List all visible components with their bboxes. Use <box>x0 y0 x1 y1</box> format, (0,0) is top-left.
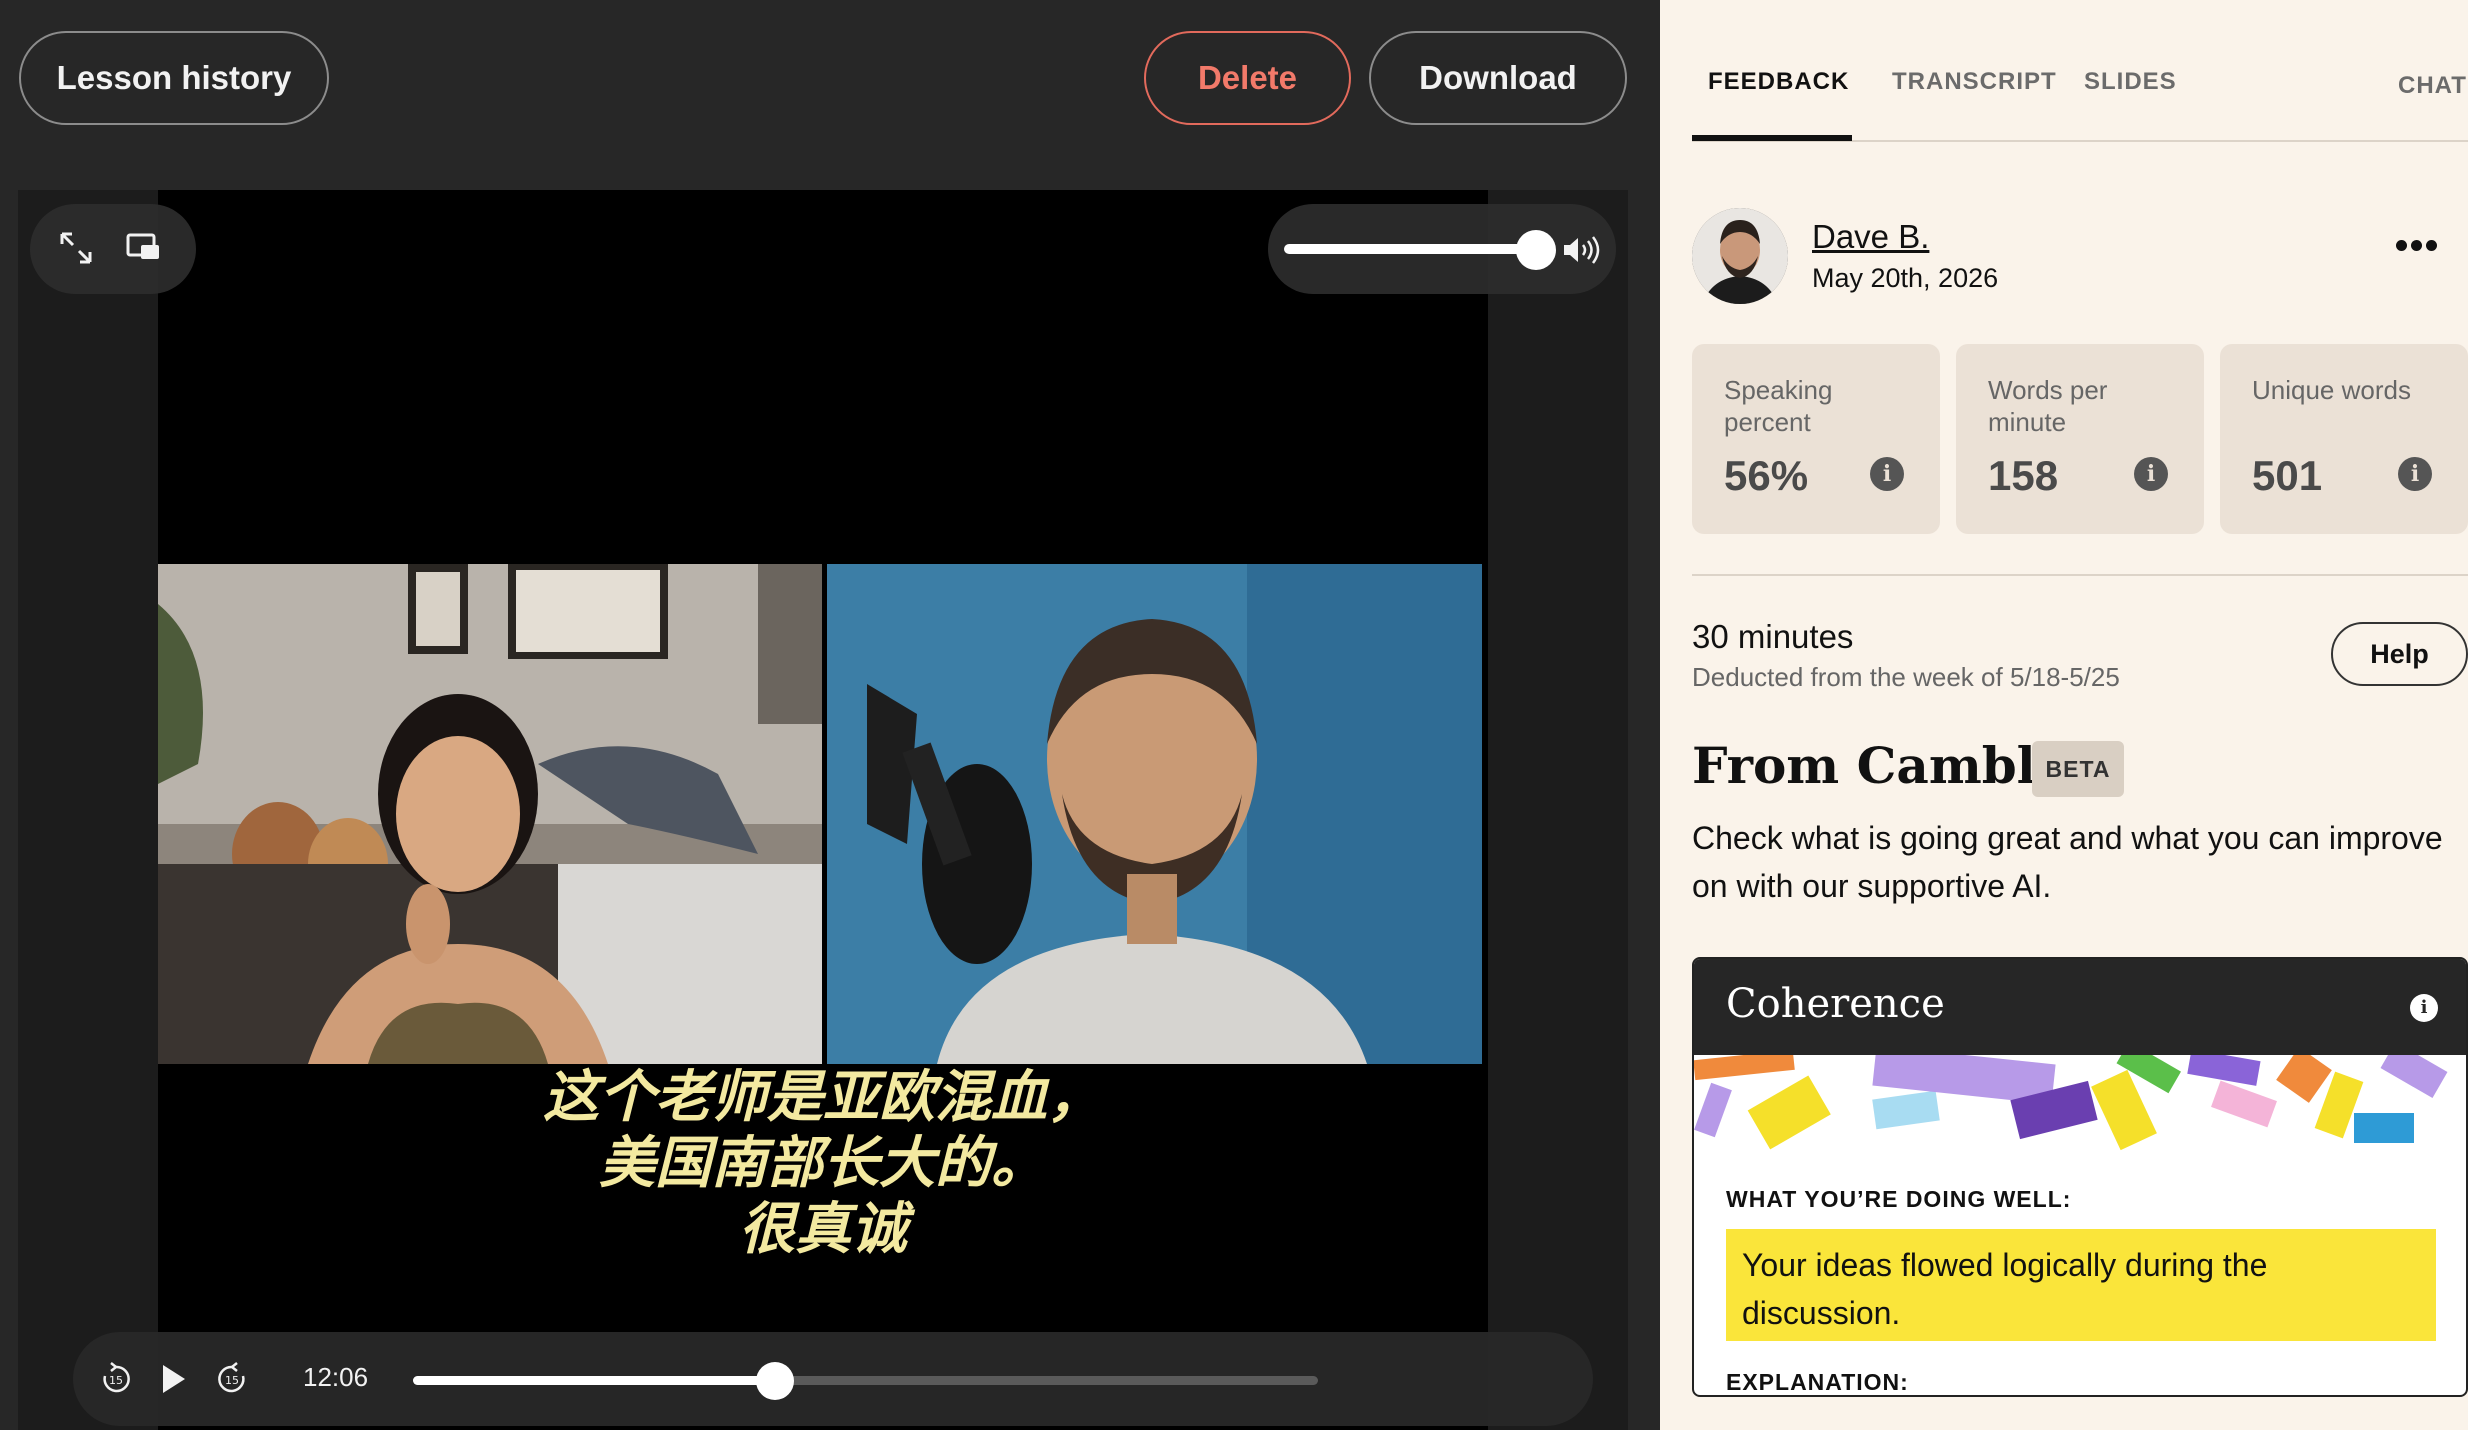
confetti-decoration <box>1694 1055 2448 1151</box>
lesson-date: May 20th, 2026 <box>1812 263 1999 293</box>
more-options-icon[interactable] <box>2396 238 2438 254</box>
doing-well-text: Your ideas flowed logically during the d… <box>1726 1229 2436 1341</box>
view-controls <box>30 204 196 294</box>
delete-button[interactable]: Delete <box>1144 31 1351 125</box>
active-tab-indicator <box>1692 135 1852 141</box>
cambly-description: Check what is going great and what you c… <box>1692 820 2443 904</box>
tab-feedback[interactable]: FEEDBACK <box>1708 68 1849 96</box>
tab-chat[interactable]: CHAT <box>2398 72 2467 100</box>
stat-label: Speaking percent <box>1724 375 1833 437</box>
info-icon[interactable]: i <box>2134 457 2168 491</box>
info-icon[interactable]: i <box>2410 994 2438 1022</box>
tab-transcript[interactable]: TRANSCRIPT <box>1892 68 2057 96</box>
info-icon[interactable]: i <box>2398 457 2432 491</box>
tutor-video-feed <box>827 564 1482 1064</box>
help-button[interactable]: Help <box>2331 622 2468 686</box>
tab-bar: FEEDBACK TRANSCRIPT SLIDES CHAT <box>1692 0 2468 142</box>
feedback-panel: FEEDBACK TRANSCRIPT SLIDES CHAT Dave B. … <box>1660 0 2468 1430</box>
lesson-history-button[interactable]: Lesson history <box>19 31 329 125</box>
stat-label: Unique words <box>2252 375 2411 405</box>
divider <box>1692 574 2468 576</box>
stat-value: 501 <box>2252 452 2323 499</box>
picture-in-picture-icon[interactable] <box>126 232 162 264</box>
progress-fill <box>413 1376 775 1385</box>
lesson-duration: 30 minutes <box>1692 618 1854 655</box>
deducted-note: Deducted from the week of 5/18-5/25 <box>1692 662 2120 692</box>
tutor-name-link[interactable]: Dave B. <box>1812 218 1929 256</box>
subtitle-line: 很真诚 <box>739 1197 907 1262</box>
subtitle-line: 这个老师是亚欧混血， <box>543 1065 1103 1130</box>
forward-15-icon[interactable]: 15 <box>215 1362 249 1396</box>
play-icon[interactable] <box>159 1362 189 1396</box>
video-player[interactable]: 这个老师是亚欧混血， 美国南部长大的。 很真诚 15 15 12:06 <box>18 190 1628 1430</box>
coherence-title: Coherence <box>1726 981 1945 1027</box>
rewind-15-icon[interactable]: 15 <box>99 1362 133 1396</box>
volume-control <box>1268 204 1616 294</box>
volume-slider-track[interactable] <box>1284 244 1540 254</box>
coherence-card-header: Coherence i <box>1694 959 2466 1055</box>
volume-icon[interactable] <box>1562 235 1602 265</box>
stat-label: Words per minute <box>1988 375 2108 437</box>
progress-track[interactable] <box>413 1362 1318 1400</box>
subtitle-line: 美国南部长大的。 <box>599 1131 1047 1196</box>
stat-value: 158 <box>1988 452 2059 499</box>
current-time: 12:06 <box>303 1362 369 1392</box>
cambly-section-title: From Cambly <box>1692 736 2065 795</box>
coherence-card: Coherence i WHAT YOU’RE DOING WELL: Your… <box>1692 957 2468 1397</box>
tab-slides[interactable]: SLIDES <box>2084 68 2177 96</box>
student-video-feed <box>158 564 822 1064</box>
svg-text:15: 15 <box>225 1374 239 1387</box>
stat-card-unique-words: Unique words 501 i <box>2220 344 2468 534</box>
fullscreen-icon[interactable] <box>58 230 94 266</box>
volume-slider-knob[interactable] <box>1516 230 1556 270</box>
doing-well-heading: WHAT YOU’RE DOING WELL: <box>1726 1186 2072 1212</box>
video-pane: Lesson history Delete Download 这个老师是亚欧混血… <box>0 0 1660 1430</box>
stat-card-wpm: Words per minute 158 i <box>1956 344 2204 534</box>
stat-card-speaking: Speaking percent 56% i <box>1692 344 1940 534</box>
stat-value: 56% <box>1724 452 1809 499</box>
svg-text:15: 15 <box>109 1374 123 1387</box>
info-icon[interactable]: i <box>1870 457 1904 491</box>
explanation-heading: EXPLANATION: <box>1726 1369 1909 1395</box>
playback-bar: 15 15 12:06 <box>73 1332 1593 1426</box>
beta-badge: BETA <box>2032 741 2124 797</box>
download-button[interactable]: Download <box>1369 31 1627 125</box>
progress-knob[interactable] <box>756 1362 794 1400</box>
avatar[interactable] <box>1692 208 1788 304</box>
video-subtitles: 这个老师是亚欧混血， 美国南部长大的。 很真诚 <box>158 1065 1488 1263</box>
